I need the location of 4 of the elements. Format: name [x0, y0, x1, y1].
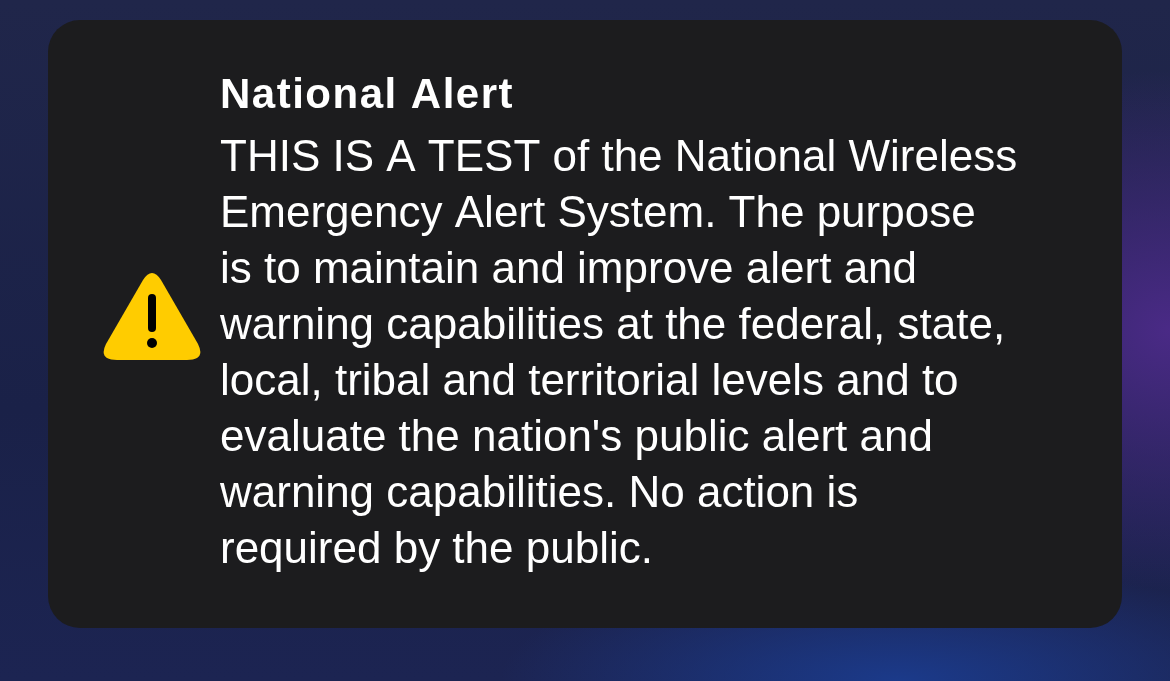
warning-icon	[103, 272, 201, 360]
alert-title: National Alert	[220, 72, 516, 116]
alert-message: THIS IS A TEST of the National Wireless Emergency Alert System. The purpose is to maintain and improve alert and warning capabilities at the federal, state, local, tribal and territorial levels and to evaluate the nation's public alert and warning capabilities. No action is required by the public.	[220, 130, 1019, 574]
alert-notification[interactable]	[48, 20, 1122, 628]
